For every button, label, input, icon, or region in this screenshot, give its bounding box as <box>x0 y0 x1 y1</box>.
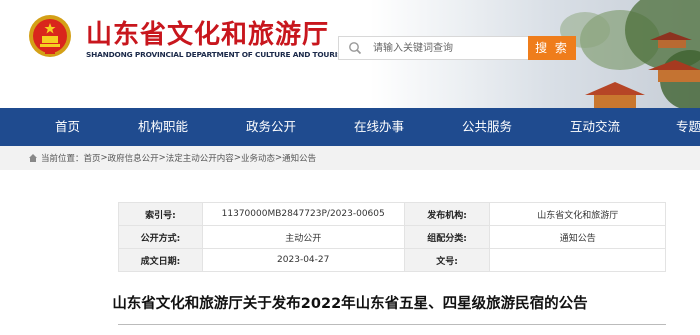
publisher-label: 发布机构: <box>403 202 491 226</box>
nav-item-interaction[interactable]: 互动交流 <box>570 108 620 146</box>
title-divider <box>118 324 666 325</box>
table-row: 索引号: 11370000MB2847723P/2023-00605 发布机构:… <box>118 202 666 226</box>
nav-item-public-services[interactable]: 公共服务 <box>462 108 512 146</box>
index-value: 11370000MB2847723P/2023-00605 <box>201 202 405 226</box>
search-button[interactable]: 搜 索 <box>528 36 576 60</box>
nav-item-online-services[interactable]: 在线办事 <box>354 108 404 146</box>
date-value: 2023-04-27 <box>201 248 405 272</box>
breadcrumb: 当前位置： 首页 > 政府信息公开 > 法定主动公开内容 > 业务动态 > 通知… <box>28 152 316 164</box>
national-emblem-icon <box>29 15 71 57</box>
publisher-value: 山东省文化和旅游厅 <box>489 202 666 226</box>
table-row: 公开方式: 主动公开 组配分类: 通知公告 <box>118 225 666 249</box>
category-label: 组配分类: <box>403 225 491 249</box>
site-header: 山东省文化和旅游厅 SHANDONG PROVINCIAL DEPARTMENT… <box>0 0 700 108</box>
search-icon <box>349 42 362 55</box>
breadcrumb-notices[interactable]: 通知公告 <box>282 152 316 164</box>
search-input[interactable] <box>373 39 523 57</box>
breadcrumb-home[interactable]: 首页 <box>84 152 101 164</box>
category-value: 通知公告 <box>489 225 666 249</box>
index-label: 索引号: <box>118 202 203 226</box>
nav-item-topics[interactable]: 专题 <box>676 108 700 146</box>
site-subtitle: SHANDONG PROVINCIAL DEPARTMENT OF CULTUR… <box>86 50 350 59</box>
breadcrumb-statutory[interactable]: 法定主动公开内容 <box>166 152 234 164</box>
document-info-table: 索引号: 11370000MB2847723P/2023-00605 发布机构:… <box>118 202 666 272</box>
breadcrumb-business-news[interactable]: 业务动态 <box>241 152 275 164</box>
mode-label: 公开方式: <box>118 225 203 249</box>
nav-item-gov-affairs[interactable]: 政务公开 <box>246 108 296 146</box>
doc-number-value <box>489 248 666 272</box>
location-icon <box>29 154 37 162</box>
mode-value: 主动公开 <box>201 225 405 249</box>
site-title[interactable]: 山东省文化和旅游厅 <box>86 14 329 51</box>
breadcrumb-bar: 当前位置： 首页 > 政府信息公开 > 法定主动公开内容 > 业务动态 > 通知… <box>0 146 700 170</box>
nav-item-home[interactable]: 首页 <box>55 108 80 146</box>
table-row: 成文日期: 2023-04-27 文号: <box>118 248 666 272</box>
breadcrumb-gov-info[interactable]: 政府信息公开 <box>108 152 159 164</box>
breadcrumb-separator: > <box>100 153 108 163</box>
nav-item-functions[interactable]: 机构职能 <box>138 108 188 146</box>
search-box <box>338 36 528 60</box>
article-title: 山东省文化和旅游厅关于发布2022年山东省五星、四星级旅游民宿的公告 <box>112 296 588 312</box>
breadcrumb-prefix: 当前位置： <box>41 154 84 164</box>
breadcrumb-separator: > <box>233 153 241 163</box>
date-label: 成文日期: <box>118 248 203 272</box>
doc-number-label: 文号: <box>403 248 491 272</box>
breadcrumb-separator: > <box>274 153 283 163</box>
main-nav: 首页 机构职能 政务公开 在线办事 公共服务 互动交流 专题 <box>0 108 700 146</box>
breadcrumb-separator: > <box>158 153 166 163</box>
